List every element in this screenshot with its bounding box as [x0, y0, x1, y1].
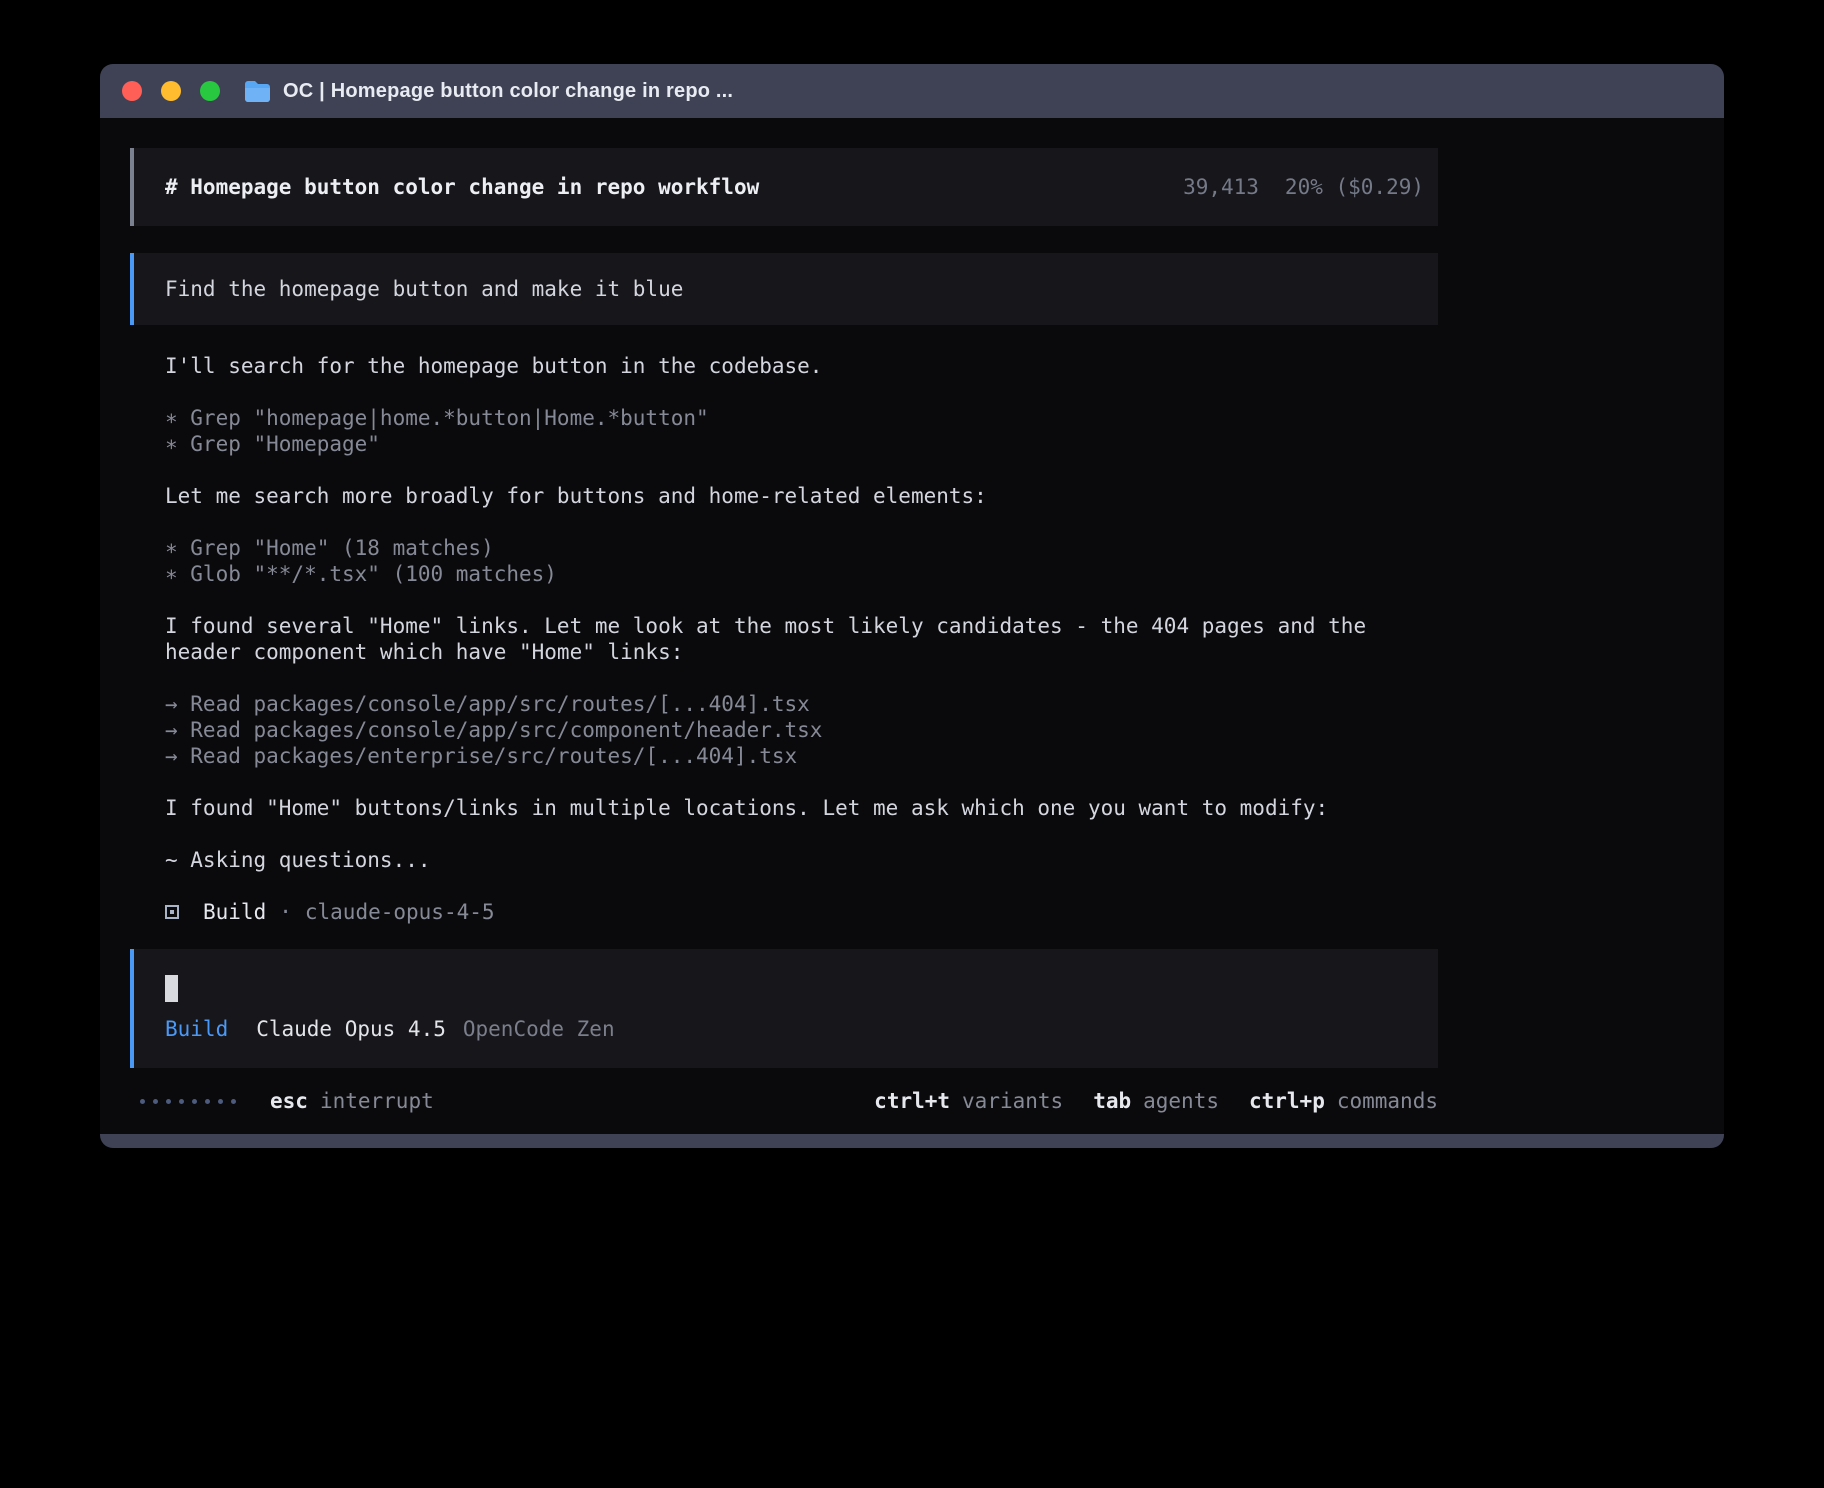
- agent-mode-label: Build: [165, 1016, 228, 1042]
- shortcut-tab: tab agents: [1093, 1088, 1219, 1114]
- separator-dot: ·: [279, 899, 292, 925]
- assistant-text-line: I found several "Home" links. Let me loo…: [165, 613, 1415, 665]
- model-row: Build Claude Opus 4.5 OpenCode Zen: [165, 1016, 1424, 1042]
- spinner-dot: [153, 1099, 158, 1104]
- blank-line: [165, 821, 1415, 847]
- assistant-text-line: I'll search for the homepage button in t…: [165, 353, 1415, 379]
- blank-line: [165, 587, 1415, 613]
- session-title: # Homepage button color change in repo w…: [165, 174, 759, 200]
- provider-name: OpenCode Zen: [463, 1016, 615, 1042]
- transcript: I'll search for the homepage button in t…: [130, 325, 1415, 925]
- assistant-text-line: I found "Home" buttons/links in multiple…: [165, 795, 1415, 821]
- agent-model: claude-opus-4-5: [305, 899, 495, 925]
- token-count: 39,413: [1183, 174, 1259, 200]
- spinner-dot: [192, 1099, 197, 1104]
- shortcut-key: esc: [270, 1088, 308, 1114]
- user-message-text: Find the homepage button and make it blu…: [165, 277, 683, 301]
- blank-line: [165, 457, 1415, 483]
- shortcut-key: ctrl+p: [1249, 1088, 1325, 1114]
- shortcut-esc: esc interrupt: [270, 1088, 434, 1114]
- status-left: esc interrupt: [130, 1088, 434, 1114]
- terminal-content: # Homepage button color change in repo w…: [100, 118, 1724, 1134]
- assistant-text-line: ~ Asking questions...: [165, 847, 1415, 873]
- spinner-dot: [218, 1099, 223, 1104]
- tool-call-line: → Read packages/console/app/src/routes/[…: [165, 691, 1415, 717]
- zoom-button[interactable]: [200, 81, 220, 101]
- shortcut-label: interrupt: [320, 1088, 434, 1114]
- shortcut-ctrl-p: ctrl+p commands: [1249, 1088, 1438, 1114]
- spinner-dot: [179, 1099, 184, 1104]
- shortcut-key: tab: [1093, 1088, 1131, 1114]
- window-titlebar: OC | Homepage button color change in rep…: [100, 64, 1724, 118]
- session-stats: 39,413 20% ($0.29): [1183, 174, 1424, 200]
- spinner-dot: [140, 1099, 145, 1104]
- shortcuts-left: esc interrupt: [270, 1088, 434, 1114]
- user-message: Find the homepage button and make it blu…: [130, 253, 1438, 325]
- model-name: Claude Opus 4.5: [256, 1016, 446, 1042]
- tool-call-line: ∗ Grep "homepage|home.*button|Home.*butt…: [165, 405, 1415, 431]
- shortcuts-right: ctrl+t variants tab agents ctrl+p commands: [874, 1088, 1438, 1114]
- text-cursor: [165, 975, 178, 1002]
- spinner-dots: [140, 1099, 236, 1104]
- spinner-dot: [205, 1099, 210, 1104]
- folder-icon: [244, 80, 271, 102]
- shortcut-ctrl-t: ctrl+t variants: [874, 1088, 1063, 1114]
- minimize-button[interactable]: [161, 81, 181, 101]
- terminal-window: OC | Homepage button color change in rep…: [100, 64, 1724, 1148]
- tool-call-line: ∗ Glob "**/*.tsx" (100 matches): [165, 561, 1415, 587]
- blank-line: [165, 379, 1415, 405]
- blank-line: [165, 873, 1415, 899]
- window-title: OC | Homepage button color change in rep…: [283, 80, 733, 103]
- shortcut-label: variants: [962, 1088, 1063, 1114]
- assistant-text-line: Let me search more broadly for buttons a…: [165, 483, 1415, 509]
- tool-call-line: ∗ Grep "Home" (18 matches): [165, 535, 1415, 561]
- spinner-dot: [166, 1099, 171, 1104]
- shortcut-label: agents: [1143, 1088, 1219, 1114]
- prompt-input[interactable]: Build Claude Opus 4.5 OpenCode Zen: [130, 949, 1438, 1068]
- blank-line: [165, 769, 1415, 795]
- shortcut-label: commands: [1337, 1088, 1438, 1114]
- agent-icon: [165, 905, 179, 919]
- blank-line: [165, 509, 1415, 535]
- spinner-dot: [231, 1099, 236, 1104]
- tool-call-line: → Read packages/enterprise/src/routes/[.…: [165, 743, 1415, 769]
- tool-call-line: → Read packages/console/app/src/componen…: [165, 717, 1415, 743]
- status-bar: escinterrupt ctrl+tvariantstabagentsctrl…: [130, 1088, 1438, 1114]
- tool-call-line: ∗ Grep "Homepage": [165, 431, 1415, 457]
- session-header: # Homepage button color change in repo w…: [130, 148, 1438, 226]
- context-usage: 20% ($0.29): [1285, 174, 1424, 200]
- close-button[interactable]: [122, 81, 142, 101]
- shortcut-key: ctrl+t: [874, 1088, 950, 1114]
- agent-status-line: Build · claude-opus-4-5: [165, 899, 1415, 925]
- agent-name: Build: [203, 899, 266, 925]
- blank-line: [165, 665, 1415, 691]
- traffic-lights: [122, 81, 220, 101]
